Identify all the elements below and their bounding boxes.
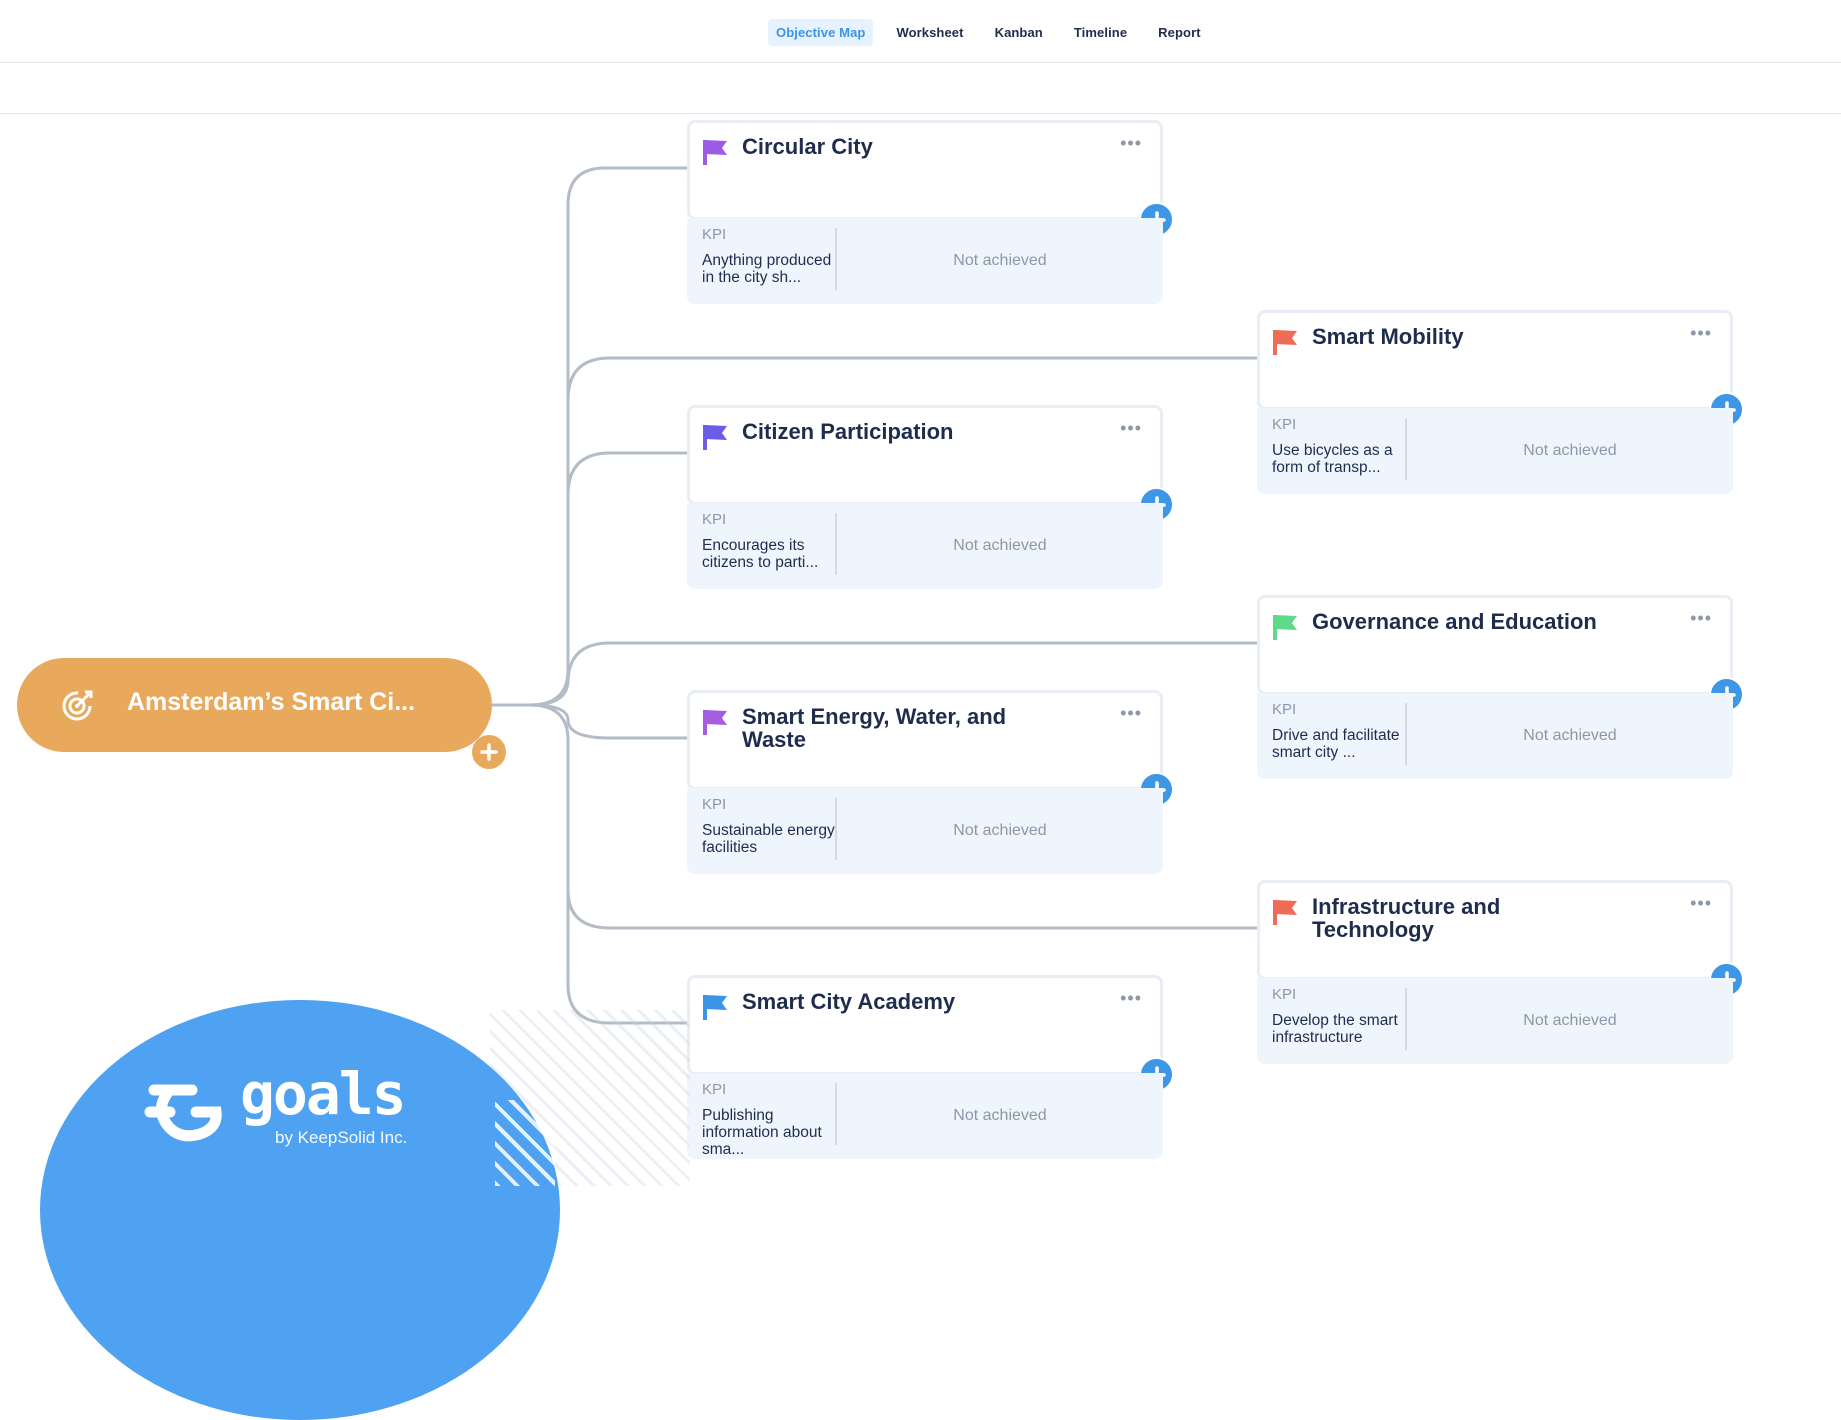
- kpi-label: KPI: [702, 1081, 727, 1098]
- objective-card-header[interactable]: Citizen Participation •••: [687, 405, 1174, 522]
- kpi-panel[interactable]: KPI Sustainable energy facilities Not ac…: [687, 788, 1163, 874]
- kpi-description: Drive and facilitate smart city ...: [1272, 727, 1400, 761]
- objective-title: Circular City: [742, 134, 873, 159]
- kpi-description: Use bicycles as a form of transp...: [1272, 442, 1393, 476]
- kpi-label: KPI: [702, 796, 727, 813]
- flag-icon: [703, 710, 727, 735]
- more-options-icon[interactable]: •••: [1690, 323, 1712, 344]
- flag-icon: [703, 140, 727, 165]
- objective-card[interactable]: Smart Energy, Water, and Waste ••• KPI S…: [687, 690, 1174, 874]
- flag-icon: [703, 425, 727, 450]
- flag-icon: [1273, 900, 1297, 925]
- kpi-panel[interactable]: KPI Develop the smart infrastructure Not…: [1257, 978, 1733, 1064]
- kpi-status: Not achieved: [1523, 1012, 1617, 1029]
- kpi-label: KPI: [1272, 986, 1297, 1003]
- kpi-description: Develop the smart infrastructure: [1272, 1012, 1398, 1046]
- kpi-panel[interactable]: KPI Drive and facilitate smart city ... …: [1257, 693, 1733, 779]
- root-objective-title: Amsterdam’s Smart Ci...: [127, 688, 416, 716]
- objective-title: Infrastructure and Technology: [1312, 894, 1501, 942]
- kpi-description: Publishing information about sma...: [702, 1107, 822, 1158]
- kpi-label: KPI: [702, 511, 727, 528]
- connector-circular-city: [529, 166, 690, 707]
- objective-title: Governance and Education: [1312, 609, 1597, 634]
- more-options-icon[interactable]: •••: [1120, 133, 1142, 154]
- objective-title: Smart Mobility: [1312, 324, 1464, 349]
- kpi-label: KPI: [1272, 416, 1297, 433]
- kpi-panel[interactable]: KPI Publishing information about sma... …: [687, 1073, 1163, 1159]
- kpi-status: Not achieved: [953, 252, 1047, 269]
- more-options-icon[interactable]: •••: [1120, 988, 1142, 1009]
- kpi-panel[interactable]: KPI Use bicycles as a form of transp... …: [1257, 408, 1733, 494]
- more-options-icon[interactable]: •••: [1120, 418, 1142, 439]
- plus-icon: [480, 743, 498, 761]
- kpi-status: Not achieved: [953, 537, 1047, 554]
- kpi-description: Anything produced in the city sh...: [702, 252, 832, 286]
- more-options-icon[interactable]: •••: [1120, 703, 1142, 724]
- kpi-status: Not achieved: [1523, 442, 1617, 459]
- objective-card[interactable]: Governance and Education ••• KPI Drive a…: [1257, 595, 1744, 779]
- objective-card-header[interactable]: Governance and Education •••: [1257, 595, 1744, 712]
- objective-title: Smart Energy, Water, and Waste: [742, 704, 1007, 752]
- objective-card-header[interactable]: Smart Mobility •••: [1257, 310, 1744, 427]
- objective-card[interactable]: Smart City Academy ••• KPI Publishing in…: [687, 975, 1174, 1159]
- kpi-description: Sustainable energy facilities: [702, 822, 835, 856]
- brand-name: goals: [240, 1060, 407, 1128]
- flag-icon: [1273, 615, 1297, 640]
- flag-icon: [703, 995, 727, 1020]
- add-child-button[interactable]: [472, 735, 506, 769]
- objective-title: Smart City Academy: [742, 989, 956, 1014]
- kpi-status: Not achieved: [953, 822, 1047, 839]
- objective-card-header[interactable]: Smart City Academy •••: [687, 975, 1174, 1092]
- connector-academy: [566, 890, 690, 1025]
- brand-byline: by KeepSolid Inc.: [275, 1128, 408, 1147]
- goals-logo-icon: [144, 1084, 222, 1142]
- objective-title: Citizen Participation: [742, 419, 954, 444]
- objective-card-header[interactable]: Smart Energy, Water, and Waste •••: [687, 690, 1174, 807]
- objective-card[interactable]: Smart Mobility ••• KPI Use bicycles as a…: [1257, 310, 1744, 494]
- connector-citizen-participation: [566, 451, 690, 496]
- connector-smart-mobility: [566, 356, 1260, 401]
- decorative-stripes: [495, 1100, 555, 1186]
- objective-card[interactable]: Infrastructure and Technology ••• KPI De…: [1257, 880, 1744, 1064]
- objective-card-header[interactable]: Circular City •••: [687, 120, 1174, 237]
- root-objective-node[interactable]: Amsterdam’s Smart Ci...: [17, 658, 492, 752]
- flag-icon: [1273, 330, 1297, 355]
- kpi-label: KPI: [702, 226, 727, 243]
- kpi-status: Not achieved: [953, 1107, 1047, 1124]
- more-options-icon[interactable]: •••: [1690, 608, 1712, 629]
- kpi-label: KPI: [1272, 701, 1297, 718]
- kpi-description: Encourages its citizens to parti...: [702, 537, 819, 571]
- objective-card-header[interactable]: Infrastructure and Technology •••: [1257, 880, 1744, 997]
- objective-card[interactable]: Citizen Participation ••• KPI Encourages…: [687, 405, 1174, 589]
- objective-card[interactable]: Circular City ••• KPI Anything produced …: [687, 120, 1174, 304]
- more-options-icon[interactable]: •••: [1690, 893, 1712, 914]
- target-icon: [62, 690, 93, 721]
- kpi-panel[interactable]: KPI Anything produced in the city sh... …: [687, 218, 1163, 304]
- kpi-status: Not achieved: [1523, 727, 1617, 744]
- kpi-panel[interactable]: KPI Encourages its citizens to parti... …: [687, 503, 1163, 589]
